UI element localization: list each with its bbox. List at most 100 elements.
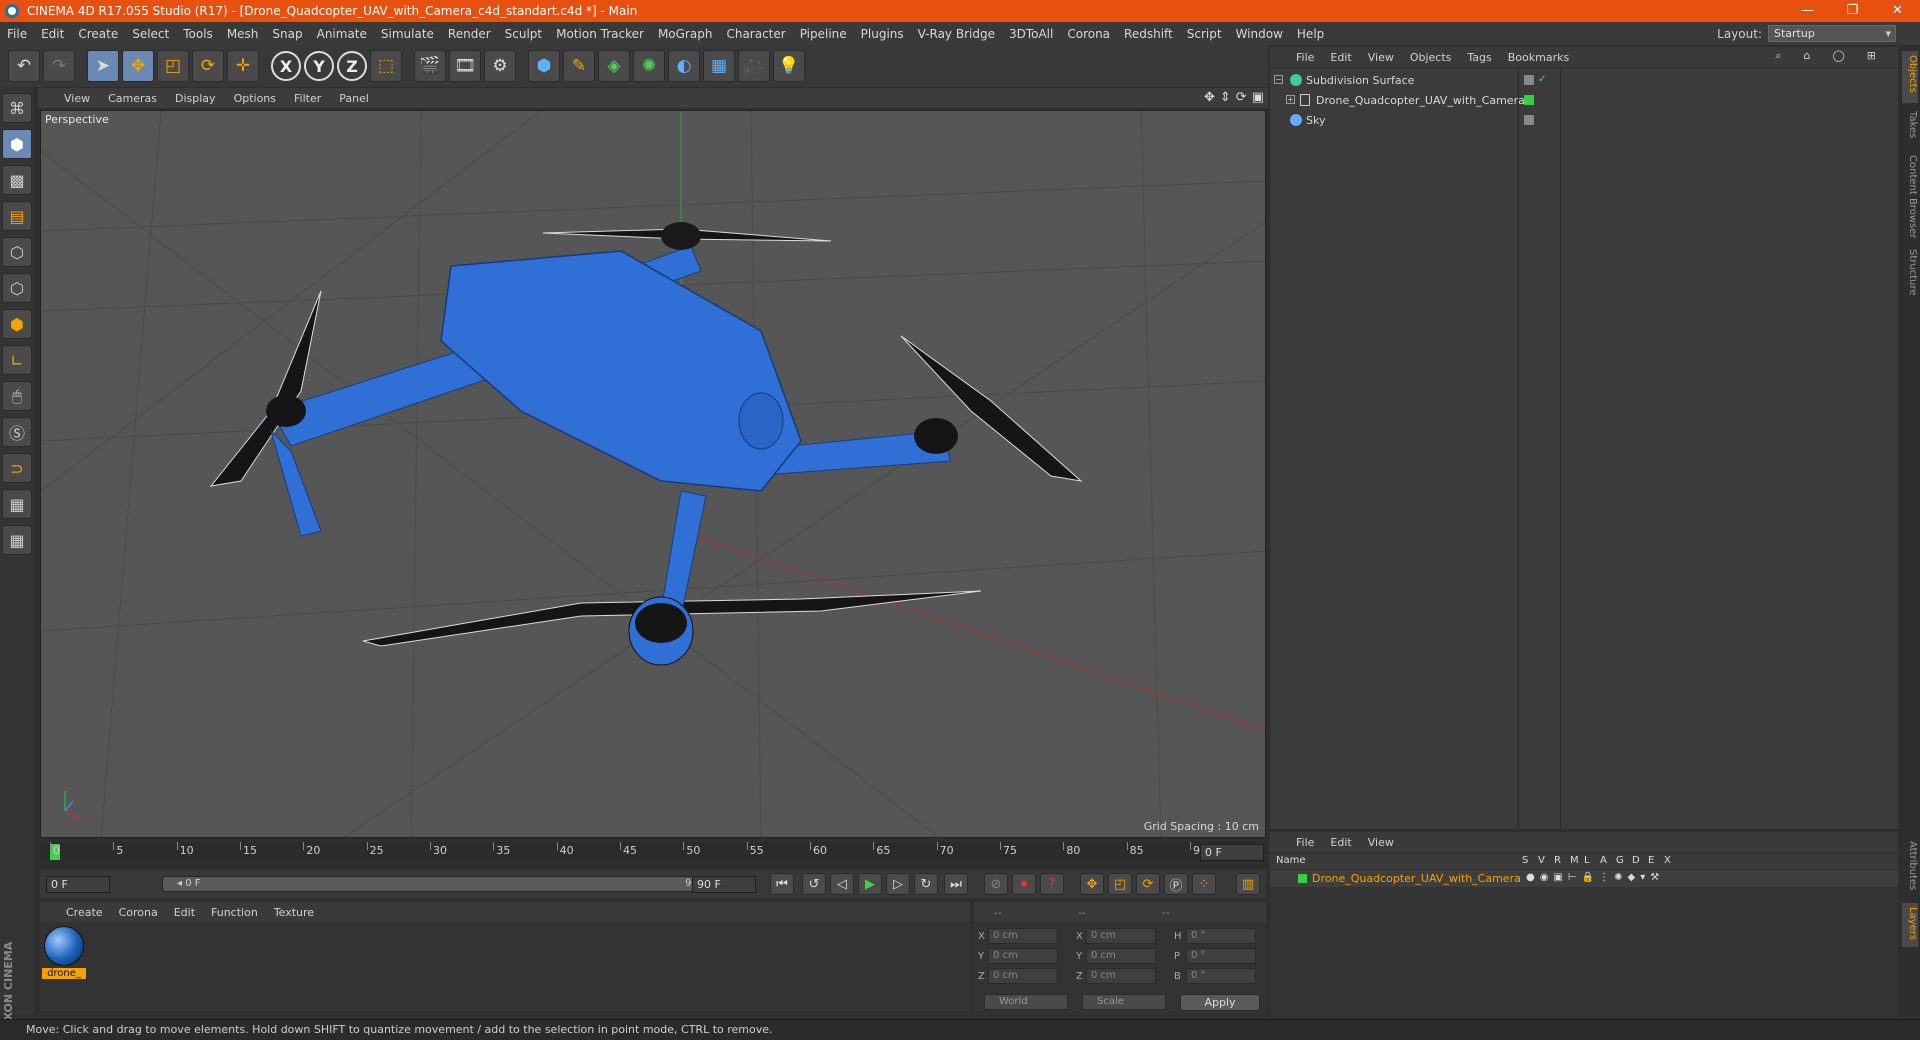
scale-tool-icon[interactable]: ◰ bbox=[157, 50, 189, 82]
tab-structure[interactable]: Structure bbox=[1902, 245, 1918, 305]
expression-flag-icon[interactable]: ▾ bbox=[1640, 872, 1645, 883]
polygons-mode-icon[interactable]: ⬢ bbox=[2, 309, 32, 339]
redo-icon[interactable]: ↷ bbox=[43, 50, 75, 82]
position-x-field[interactable]: 0 cm bbox=[988, 928, 1058, 944]
timeline-ruler[interactable]: 051015202530354045505560657075808590 0 F bbox=[40, 842, 1266, 862]
end-frame-field[interactable]: 90 F bbox=[692, 876, 756, 893]
om-menu-file[interactable]: File bbox=[1296, 51, 1314, 64]
previous-frame-icon[interactable]: ◁ bbox=[830, 873, 854, 895]
xref-flag-icon[interactable]: ⚒ bbox=[1650, 872, 1659, 883]
go-to-end-icon[interactable]: ⏭ bbox=[944, 873, 968, 895]
undo-icon[interactable]: ↶ bbox=[8, 50, 40, 82]
keyframe-selection-icon[interactable]: ? bbox=[1040, 873, 1064, 895]
viewport-menu-view[interactable]: View bbox=[64, 92, 90, 105]
viewport-menu-options[interactable]: Options bbox=[234, 92, 276, 105]
menu-file[interactable]: File bbox=[0, 27, 34, 41]
apply-button[interactable]: Apply bbox=[1180, 994, 1260, 1011]
planar-workplane-icon[interactable]: ▦ bbox=[2, 525, 32, 555]
om-menu-tags[interactable]: Tags bbox=[1467, 51, 1491, 64]
menu-help[interactable]: Help bbox=[1290, 27, 1331, 41]
key-pla-icon[interactable]: ⁘ bbox=[1192, 873, 1216, 895]
key-parameter-icon[interactable]: Ⓟ bbox=[1164, 873, 1188, 895]
layer-row[interactable]: Drone_Quadcopter_UAV_with_Camera ● ◉ ▣ ⊢… bbox=[1270, 870, 1898, 887]
make-editable-icon[interactable]: ⌘ bbox=[2, 93, 32, 123]
viewport-camera-label[interactable]: Perspective bbox=[45, 113, 109, 126]
magnet-icon[interactable]: ⊃ bbox=[2, 453, 32, 483]
layer-tag-icon[interactable] bbox=[1524, 75, 1534, 85]
render-view-icon[interactable]: 🎬 bbox=[414, 50, 446, 82]
material-menu-function[interactable]: Function bbox=[211, 906, 258, 919]
object-row-drone[interactable]: + Drone_Quadcopter_UAV_with_Camera bbox=[1270, 91, 1898, 110]
position-z-field[interactable]: 0 cm bbox=[988, 968, 1058, 984]
menu-edit[interactable]: Edit bbox=[34, 27, 71, 41]
om-menu-view[interactable]: View bbox=[1368, 51, 1394, 64]
menu-tools[interactable]: Tools bbox=[176, 27, 220, 41]
collapse-toggle-icon[interactable]: − bbox=[1274, 75, 1283, 84]
viewport-menu-cameras[interactable]: Cameras bbox=[108, 92, 157, 105]
y-axis-lock-button[interactable]: Y bbox=[304, 51, 334, 81]
timeline-window-icon[interactable]: ▥ bbox=[1236, 873, 1260, 895]
model-mode-icon[interactable]: ⬢ bbox=[2, 129, 32, 159]
deformer-icon[interactable]: ◐ bbox=[668, 50, 700, 82]
toggle-layout-icon[interactable]: ▣ bbox=[1252, 90, 1264, 105]
texture-mode-icon[interactable]: ▩ bbox=[2, 165, 32, 195]
tweak-mode-icon[interactable]: 🖱 bbox=[2, 381, 32, 411]
workplane-lock-icon[interactable]: ▦ bbox=[2, 489, 32, 519]
next-key-icon[interactable]: ↻ bbox=[914, 873, 938, 895]
live-selection-icon[interactable]: ✛ bbox=[227, 50, 259, 82]
size-x-field[interactable]: 0 cm bbox=[1086, 928, 1156, 944]
expand-toggle-icon[interactable]: + bbox=[1286, 95, 1295, 104]
menu-simulate[interactable]: Simulate bbox=[374, 27, 441, 41]
menu-plugins[interactable]: Plugins bbox=[854, 27, 911, 41]
go-to-start-icon[interactable]: ⏮ bbox=[770, 873, 794, 895]
close-button[interactable]: ✕ bbox=[1875, 0, 1920, 22]
menu-redshift[interactable]: Redshift bbox=[1117, 27, 1180, 41]
x-axis-lock-button[interactable]: X bbox=[271, 51, 301, 81]
coordinate-space-dropdown[interactable]: World bbox=[984, 994, 1068, 1010]
rotation-p-field[interactable]: 0 ° bbox=[1186, 948, 1256, 964]
lm-menu-edit[interactable]: Edit bbox=[1330, 836, 1351, 849]
layer-color-tag-icon[interactable] bbox=[1524, 95, 1534, 105]
render-flag-icon[interactable]: ▣ bbox=[1553, 872, 1562, 883]
key-position-icon[interactable]: ✥ bbox=[1080, 873, 1104, 895]
enabled-check-icon[interactable]: ✓ bbox=[1538, 75, 1548, 85]
menu-window[interactable]: Window bbox=[1229, 27, 1290, 41]
cube-primitive-icon[interactable]: ⬢ bbox=[528, 50, 560, 82]
layer-tag-icon[interactable] bbox=[1524, 115, 1534, 125]
dolly-icon[interactable]: ⇕ bbox=[1220, 90, 1231, 105]
rotation-b-field[interactable]: 0 ° bbox=[1186, 968, 1256, 984]
material-menu-corona[interactable]: Corona bbox=[119, 906, 158, 919]
autokey-icon[interactable]: ⏺ bbox=[1012, 873, 1036, 895]
start-frame-field[interactable]: 0 F bbox=[46, 876, 110, 893]
current-frame-field[interactable]: 0 F bbox=[1200, 844, 1264, 861]
tab-layers[interactable]: Layers bbox=[1902, 903, 1918, 947]
new-view-icon[interactable]: ⊞ bbox=[1867, 49, 1876, 63]
object-row-sky[interactable]: Sky bbox=[1270, 111, 1898, 130]
z-axis-lock-button[interactable]: Z bbox=[337, 51, 367, 81]
menu-vray-bridge[interactable]: V-Ray Bridge bbox=[911, 27, 1002, 41]
material-menu-texture[interactable]: Texture bbox=[274, 906, 314, 919]
tab-attributes[interactable]: Attributes bbox=[1902, 837, 1918, 899]
record-keys-icon[interactable]: ⊘ bbox=[984, 873, 1008, 895]
viewport-menu-filter[interactable]: Filter bbox=[294, 92, 321, 105]
selection-arrow-icon[interactable]: ➤ bbox=[87, 50, 119, 82]
deformer-flag-icon[interactable]: ◆ bbox=[1627, 872, 1635, 883]
rotate-tool-icon[interactable]: ⟳ bbox=[192, 50, 224, 82]
coordinate-system-icon[interactable]: ⬚ bbox=[370, 50, 402, 82]
om-menu-edit[interactable]: Edit bbox=[1330, 51, 1351, 64]
menu-animate[interactable]: Animate bbox=[310, 27, 374, 41]
subdivision-generator-icon[interactable]: ◈ bbox=[598, 50, 630, 82]
menu-render[interactable]: Render bbox=[441, 27, 498, 41]
points-mode-icon[interactable]: ⬡ bbox=[2, 237, 32, 267]
camera-icon[interactable]: 🎥 bbox=[738, 50, 770, 82]
search-icon[interactable]: ⌕ bbox=[1775, 49, 1781, 63]
material-menu-create[interactable]: Create bbox=[66, 906, 103, 919]
menu-create[interactable]: Create bbox=[71, 27, 125, 41]
menu-corona[interactable]: Corona bbox=[1060, 27, 1117, 41]
menu-3dtoall[interactable]: 3DToAll bbox=[1002, 27, 1060, 41]
menu-motion-tracker[interactable]: Motion Tracker bbox=[549, 27, 651, 41]
animation-flag-icon[interactable]: ⋮ bbox=[1599, 872, 1609, 883]
position-y-field[interactable]: 0 cm bbox=[988, 948, 1058, 964]
lm-menu-view[interactable]: View bbox=[1368, 836, 1394, 849]
next-frame-icon[interactable]: ▷ bbox=[886, 873, 910, 895]
